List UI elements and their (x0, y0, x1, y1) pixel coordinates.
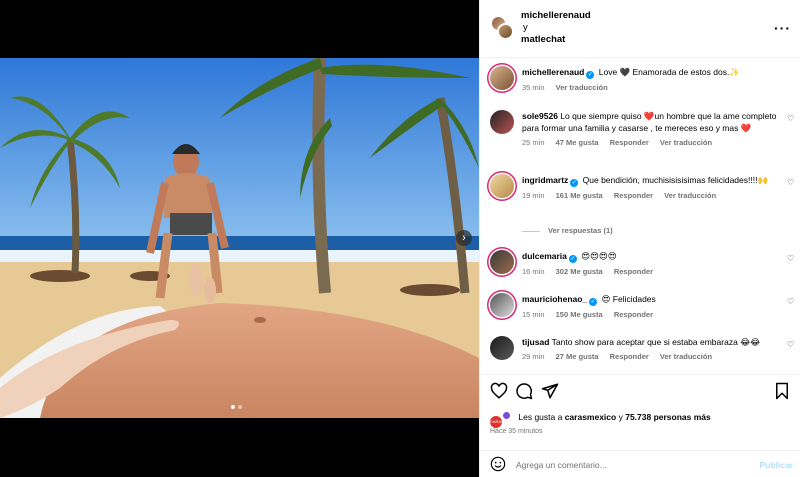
likes-summary[interactable]: CARAS Les gusta a carasmexico y 75.738 p… (490, 412, 711, 428)
translate-link[interactable]: Ver traducción (664, 191, 716, 200)
reply-button[interactable]: Responder (614, 191, 653, 200)
heart-icon[interactable] (490, 382, 508, 400)
carousel-next-button[interactable]: › (456, 230, 472, 246)
comment-like-heart-icon[interactable]: ♡ (787, 254, 794, 263)
comment-text: 😍 Felicidades (601, 294, 656, 304)
comment-time[interactable]: 29 min (522, 352, 545, 361)
avatar[interactable] (490, 110, 514, 134)
post-header: michellerenaud y matlechat ··· (480, 0, 800, 58)
author-username[interactable]: michellerenaud (521, 10, 591, 22)
comment-username[interactable]: dulcemaria (522, 251, 567, 261)
collab-names: michellerenaud y matlechat (521, 10, 591, 46)
avatar[interactable] (490, 293, 514, 317)
verified-badge-icon: ✓ (568, 255, 577, 263)
carousel-dot-active (231, 405, 235, 409)
collab-connector: y (523, 22, 528, 33)
comment-like-heart-icon[interactable]: ♡ (787, 178, 794, 187)
comments-list: michellerenaud ✓ Love 🖤 Enamorada de esto… (480, 58, 800, 374)
liker-username[interactable]: carasmexico (565, 412, 617, 422)
carousel-dot (238, 405, 242, 409)
avatar (497, 23, 514, 40)
post-actions: CARAS Les gusta a carasmexico y 75.738 p… (480, 374, 800, 477)
comment-time[interactable]: 15 min (522, 310, 545, 319)
comment-composer: Publicar (480, 450, 800, 477)
comment-text: Lo que siempre quiso ❤️un hombre que la … (522, 111, 777, 133)
comment-username[interactable]: ingridmartz (522, 175, 568, 185)
caption-text: Love 🖤 Enamorada de estos dos.✨ (598, 67, 740, 77)
comment-icon[interactable] (515, 382, 533, 400)
media-pane: › (0, 0, 479, 477)
collab-username[interactable]: matlechat (521, 34, 591, 46)
comment-likes[interactable]: 47 Me gusta (556, 138, 599, 147)
comment-username[interactable]: sole9526 (522, 111, 558, 121)
reply-button[interactable]: Responder (610, 138, 649, 147)
reply-button[interactable]: Responder (614, 267, 653, 276)
comment-likes[interactable]: 302 Me gusta (556, 267, 603, 276)
comment-like-heart-icon[interactable]: ♡ (787, 340, 794, 349)
comment-username[interactable]: tijusad (522, 337, 549, 347)
comment-text: Que bendición, muchisisisisimas felicida… (582, 175, 769, 185)
verified-badge-icon: ✓ (586, 71, 595, 79)
carousel-dots (231, 405, 242, 409)
comment-likes[interactable]: 161 Me gusta (556, 191, 603, 200)
avatar[interactable] (490, 66, 514, 90)
send-icon[interactable] (541, 382, 559, 400)
likes-prefix: Les gusta a (518, 412, 563, 422)
reply-button[interactable]: Responder (614, 310, 653, 319)
comment-like-heart-icon[interactable]: ♡ (787, 114, 794, 123)
comment-text: Tanto show para aceptar que si estaba em… (551, 337, 761, 347)
verified-badge-icon: ✓ (570, 179, 579, 187)
avatar[interactable] (490, 174, 514, 198)
comment-time[interactable]: 19 min (522, 191, 545, 200)
caption-username[interactable]: michellerenaud (522, 67, 584, 77)
comment-time[interactable]: 16 min (522, 267, 545, 276)
likes-connector: y (618, 412, 623, 422)
post-timestamp[interactable]: Hace 35 minutos (490, 428, 543, 435)
beach-photo (0, 58, 479, 418)
verified-badge-icon: ✓ (589, 298, 598, 306)
caption-time[interactable]: 35 min (522, 83, 545, 92)
comment-text: 😍😍😍😍 (581, 251, 617, 261)
comment-username[interactable]: mauriciohenao_ (522, 294, 587, 304)
comment-likes[interactable]: 150 Me gusta (556, 310, 603, 319)
comment-likes[interactable]: 27 Me gusta (556, 352, 599, 361)
comment-time[interactable]: 25 min (522, 138, 545, 147)
comment-like-heart-icon[interactable]: ♡ (787, 297, 794, 306)
smiley-icon[interactable] (490, 456, 506, 472)
translate-link[interactable]: Ver traducción (660, 138, 712, 147)
more-horizontal-icon[interactable]: ··· (774, 20, 791, 36)
bookmark-icon[interactable] (773, 382, 791, 400)
publish-button[interactable]: Publicar (759, 460, 793, 470)
liker-avatar: CARAS (490, 416, 504, 428)
translate-link[interactable]: Ver traducción (660, 352, 712, 361)
post-photo[interactable] (0, 58, 479, 418)
avatar[interactable] (490, 250, 514, 274)
post-sidebar: michellerenaud y matlechat ··· micheller… (479, 0, 800, 477)
action-bar (490, 382, 791, 402)
view-replies-button[interactable]: Ver respuestas (1) (522, 226, 613, 235)
likes-others[interactable]: 75.738 personas más (625, 412, 711, 422)
liker-avatar (503, 412, 510, 419)
translate-link[interactable]: Ver traducción (556, 83, 608, 92)
collab-avatars[interactable] (490, 15, 514, 41)
reply-button[interactable]: Responder (610, 352, 649, 361)
avatar[interactable] (490, 336, 514, 360)
comment-input[interactable] (516, 457, 746, 473)
post-dialog: › michellerenaud y matlechat ··· michell… (0, 0, 800, 477)
